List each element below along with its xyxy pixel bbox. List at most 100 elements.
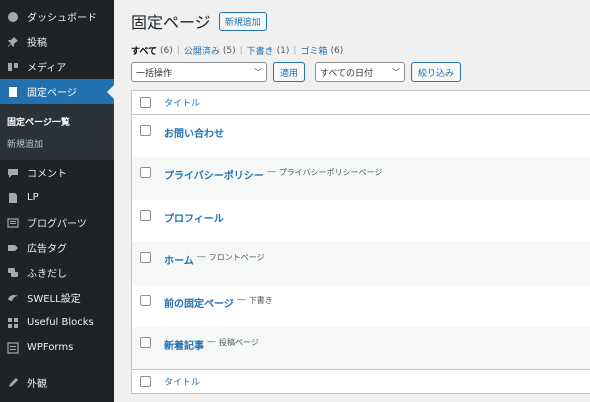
menu-label: WPForms xyxy=(27,342,74,353)
table-header: タイトル xyxy=(132,91,590,115)
swell-icon xyxy=(7,292,19,304)
menu-lp[interactable]: LP xyxy=(0,185,114,210)
post-state: 投稿ページ xyxy=(219,337,259,347)
table-row: プロフィール xyxy=(132,200,590,242)
main-content: 固定ページ 新規追加 すべて (6) | 公開済み (5) | 下書き (1) … xyxy=(114,0,590,402)
filter-published-count: (5) xyxy=(222,45,236,56)
menu-label: SWELL設定 xyxy=(27,294,81,305)
menu-label: ふきだし xyxy=(27,269,67,280)
table-row: お問い合わせ xyxy=(132,115,590,157)
table-row: プライバシーポリシー — プライバシーポリシーページ xyxy=(132,157,590,200)
filter-published[interactable]: 公開済み xyxy=(184,44,220,57)
menu-label: 広告タグ xyxy=(27,244,67,255)
chevron-down-icon: ﹀ xyxy=(254,67,262,77)
state-dash: — xyxy=(196,252,206,263)
menu-label: 固定ページ xyxy=(27,88,77,99)
pages-submenu: 固定ページ一覧 新規追加 xyxy=(0,104,114,160)
menu-wpforms[interactable]: WPForms xyxy=(0,335,114,360)
state-dash: — xyxy=(236,294,246,305)
menu-label: 投稿 xyxy=(27,38,47,49)
menu-balloon[interactable]: ふきだし xyxy=(0,260,114,285)
wpforms-icon xyxy=(7,341,19,354)
row-checkbox[interactable] xyxy=(140,167,151,179)
comment-icon xyxy=(7,167,19,179)
row-checkbox[interactable] xyxy=(140,125,151,136)
filter-trash-count: (6) xyxy=(330,45,344,56)
bulk-action-value: 一括操作 xyxy=(136,68,173,79)
row-checkbox[interactable] xyxy=(140,252,151,264)
table-row: 前の固定ページ — 下書き xyxy=(132,285,590,327)
column-title-header[interactable]: タイトル xyxy=(164,96,200,109)
select-all-checkbox-footer[interactable] xyxy=(140,376,151,388)
page-title: 固定ページ xyxy=(131,13,211,32)
filter-trash[interactable]: ゴミ箱 xyxy=(300,44,327,57)
lp-icon xyxy=(7,192,19,204)
appearance-icon xyxy=(7,377,19,389)
row-title-link[interactable]: 新着記事 xyxy=(164,337,204,352)
pin-icon xyxy=(7,36,19,48)
menu-label: ダッシュボード xyxy=(27,13,97,24)
submenu-add-new[interactable]: 新規追加 xyxy=(0,132,114,154)
row-title-link[interactable]: 前の固定ページ xyxy=(164,295,234,310)
menu-swell-settings[interactable]: SWELL設定 xyxy=(0,285,114,310)
menu-comments[interactable]: コメント xyxy=(0,160,114,185)
state-dash: — xyxy=(207,336,216,347)
filter-all[interactable]: すべて xyxy=(131,44,157,57)
menu-label: Useful Blocks xyxy=(27,317,94,328)
table-row: 新着記事 — 投稿ページ xyxy=(132,326,590,370)
row-title-link[interactable]: プライバシーポリシー xyxy=(164,167,264,182)
separator: | xyxy=(176,45,180,56)
page-icon xyxy=(7,86,19,98)
chevron-down-icon: ﹀ xyxy=(392,67,401,77)
table-row: ホーム — フロントページ xyxy=(132,242,590,285)
blogparts-icon xyxy=(7,217,19,229)
menu-ad-tag[interactable]: 広告タグ xyxy=(0,235,114,260)
menu-label: メディア xyxy=(27,63,67,74)
pages-table: タイトル お問い合わせ プライバシーポリシー — プライバシーポリシーページ プ… xyxy=(131,90,590,395)
tablenav: 一括操作 ﹀ 適用 すべての日付 ﹀ 絞り込み xyxy=(131,62,462,82)
state-dash: — xyxy=(266,167,276,178)
post-state: フロントページ xyxy=(208,253,265,263)
post-state: プライバシーポリシーページ xyxy=(278,168,383,178)
separator: | xyxy=(293,45,297,56)
post-state: 下書き xyxy=(248,295,273,305)
menu-posts[interactable]: 投稿 xyxy=(0,29,114,54)
menu-useful-blocks[interactable]: Useful Blocks xyxy=(0,310,114,335)
menu-dashboard[interactable]: ダッシュボード xyxy=(0,4,114,29)
filter-button[interactable]: 絞り込み xyxy=(411,62,462,82)
menu-blogparts[interactable]: ブログパーツ xyxy=(0,210,114,235)
filter-all-count: (6) xyxy=(160,45,173,56)
add-new-button[interactable]: 新規追加 xyxy=(218,11,267,31)
title-row: 固定ページ 新規追加 xyxy=(131,9,267,33)
apply-button[interactable]: 適用 xyxy=(273,62,306,82)
menu-media[interactable]: メディア xyxy=(0,54,114,79)
row-title-link[interactable]: ホーム xyxy=(164,252,194,267)
row-title-link[interactable]: プロフィール xyxy=(164,210,224,225)
filter-draft[interactable]: 下書き xyxy=(247,44,274,57)
admin-sidebar: ダッシュボード 投稿 メディア 固定ページ 固定ページ一覧 新規追加 コメント … xyxy=(0,0,114,402)
status-filters: すべて (6) | 公開済み (5) | 下書き (1) | ゴミ箱 (6) xyxy=(131,44,344,58)
ad-tag-icon xyxy=(7,242,19,254)
dashboard-icon xyxy=(7,11,19,23)
bulk-action-select[interactable]: 一括操作 ﹀ xyxy=(131,62,267,82)
balloon-icon xyxy=(7,267,19,279)
date-filter-select[interactable]: すべての日付 ﹀ xyxy=(315,62,406,82)
menu-appearance[interactable]: 外観 xyxy=(0,370,114,395)
row-checkbox[interactable] xyxy=(140,336,151,348)
table-footer: タイトル xyxy=(132,369,590,393)
blocks-icon xyxy=(7,317,19,329)
media-icon xyxy=(7,61,19,73)
column-title-footer[interactable]: タイトル xyxy=(164,375,200,388)
select-all-checkbox[interactable] xyxy=(140,97,151,108)
filter-draft-count: (1) xyxy=(276,45,290,56)
row-checkbox[interactable] xyxy=(140,209,151,221)
submenu-all-pages[interactable]: 固定ページ一覧 xyxy=(0,110,114,132)
row-title-link[interactable]: お問い合わせ xyxy=(164,125,224,140)
separator: | xyxy=(239,45,243,56)
row-checkbox[interactable] xyxy=(140,294,151,306)
date-filter-value: すべての日付 xyxy=(320,68,374,79)
menu-label: 外観 xyxy=(27,379,47,390)
menu-label: ブログパーツ xyxy=(27,219,87,230)
menu-label: LP xyxy=(27,192,39,203)
menu-pages[interactable]: 固定ページ xyxy=(0,79,114,104)
